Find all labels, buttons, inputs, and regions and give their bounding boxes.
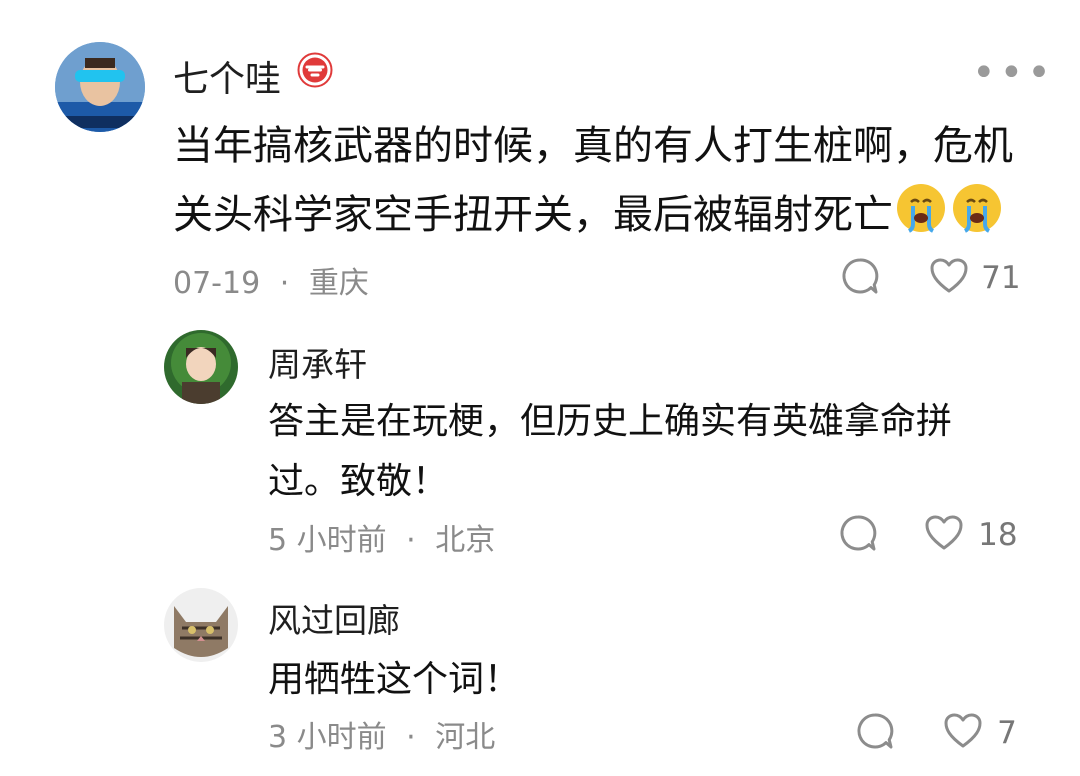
reply-location: 河北 xyxy=(435,720,496,755)
like-button[interactable]: 18 xyxy=(923,513,1018,557)
comment-location: 重庆 xyxy=(308,266,369,301)
reply-meta: 3 小时前 · 河北 xyxy=(268,712,495,756)
comment-icon[interactable] xyxy=(840,256,880,296)
like-count: 71 xyxy=(981,260,1021,296)
comment-meta: 07-19 · 重庆 xyxy=(173,258,369,302)
comment-icon[interactable] xyxy=(838,513,878,553)
reply-text-line-2: 过。致敬！ xyxy=(268,461,449,502)
reply-text-line-1: 答主是在玩梗，但历史上确实有英雄拿命拼 xyxy=(268,401,953,442)
avatar[interactable] xyxy=(55,42,145,132)
heart-icon[interactable] xyxy=(942,711,984,755)
reply-time: 5 小时前 xyxy=(268,523,387,558)
meta-separator: · xyxy=(279,266,290,301)
comment-icon[interactable] xyxy=(855,711,895,751)
reply-time: 3 小时前 xyxy=(268,720,387,755)
meta-separator: · xyxy=(406,523,416,558)
crying-emoji xyxy=(949,180,1005,251)
like-count: 18 xyxy=(978,517,1018,553)
like-button[interactable]: 71 xyxy=(928,256,1021,300)
comment-date: 07-19 xyxy=(173,266,261,301)
coffee-badge-icon xyxy=(297,52,333,88)
reply-meta: 5 小时前 · 北京 xyxy=(268,515,495,559)
reply-text-line-1: 用牺牲这个词！ xyxy=(268,659,521,700)
comment-author[interactable]: 七个哇 xyxy=(173,50,281,102)
reply-location: 北京 xyxy=(435,523,496,558)
comment-text-line-1: 当年搞核武器的时候，真的有人打生桩啊，危机 xyxy=(173,123,1013,169)
more-icon[interactable]: ••• xyxy=(972,50,1055,96)
crying-emoji xyxy=(893,180,949,251)
comment-text-line-2: 关头科学家空手扭开关，最后被辐射死亡 xyxy=(173,192,893,238)
comment-text-line-2-wrapper: 关头科学家空手扭开关，最后被辐射死亡 xyxy=(173,180,1005,251)
like-button[interactable]: 7 xyxy=(942,711,1017,755)
avatar[interactable] xyxy=(164,588,238,662)
reply-author[interactable]: 周承轩 xyxy=(268,338,367,386)
reply-author[interactable]: 风过回廊 xyxy=(268,594,400,642)
meta-separator: · xyxy=(406,720,416,755)
heart-icon[interactable] xyxy=(923,513,965,557)
heart-icon[interactable] xyxy=(928,256,970,300)
like-count: 7 xyxy=(997,715,1017,751)
avatar[interactable] xyxy=(164,330,238,404)
